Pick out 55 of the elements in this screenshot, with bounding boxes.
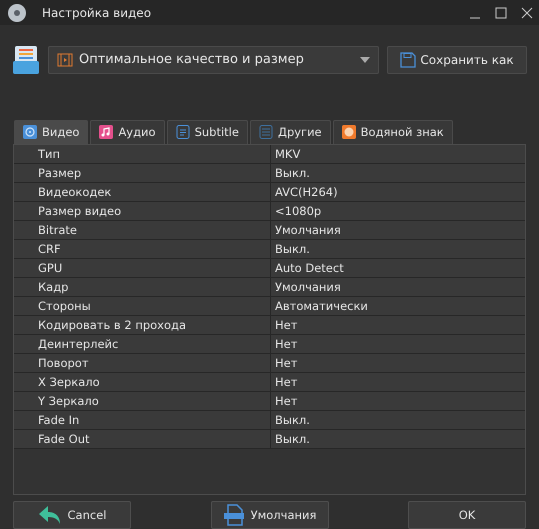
caret-icon bbox=[360, 56, 370, 63]
preset-dropdown[interactable]: Оптимальное качество и размер bbox=[48, 46, 379, 74]
tab[interactable]: Водяной знак bbox=[332, 120, 453, 144]
property-value-cell[interactable]: Выкл. bbox=[271, 164, 525, 182]
property-name-cell: Видеокодек bbox=[14, 182, 271, 201]
property-name-cell: Деинтерлейс bbox=[14, 334, 271, 353]
property-value-cell[interactable]: AVC(H264) bbox=[271, 182, 525, 201]
property-name-cell: Тип bbox=[14, 144, 271, 163]
property-value-cell[interactable]: Выкл. bbox=[271, 240, 525, 258]
property-name-cell: Y Зеркало bbox=[14, 392, 271, 410]
property-value-cell[interactable]: Нет bbox=[271, 334, 525, 353]
property-name-cell: Fade Out bbox=[14, 430, 271, 448]
app-logo-icon bbox=[6, 2, 28, 23]
property-name-cell: Кодировать в 2 прохода bbox=[14, 316, 271, 334]
window-title: Настройка видео bbox=[42, 6, 152, 20]
property-name-cell: Размер видео bbox=[14, 202, 271, 220]
property-value-cell[interactable]: Умолчания bbox=[271, 278, 525, 296]
ok-button[interactable]: OK bbox=[408, 501, 526, 529]
property-name-cell: Размер bbox=[14, 164, 271, 182]
badge-icon bbox=[342, 125, 356, 140]
disc-icon bbox=[23, 125, 37, 140]
property-value-cell[interactable]: Выкл. bbox=[271, 430, 525, 448]
property-value-cell[interactable]: Нет bbox=[271, 392, 525, 410]
property-value-cell[interactable]: Умолчания bbox=[271, 220, 525, 239]
save-as-button[interactable]: Сохранить как bbox=[387, 46, 527, 74]
property-name-cell: Стороны bbox=[14, 296, 271, 315]
close-icon[interactable] bbox=[521, 6, 533, 19]
property-name-cell: Кадр bbox=[14, 278, 271, 296]
film-icon bbox=[57, 52, 73, 68]
property-name-cell: Fade In bbox=[14, 410, 271, 429]
property-value-cell[interactable]: MKV bbox=[271, 144, 525, 163]
property-value-cell[interactable]: Нет bbox=[271, 316, 525, 334]
maximize-icon[interactable] bbox=[495, 6, 507, 19]
property-name-cell: Поворот bbox=[14, 354, 271, 372]
property-value-cell[interactable]: Auto Detect bbox=[271, 258, 525, 277]
property-value-cell[interactable]: Автоматически bbox=[271, 296, 525, 315]
drawer-icon bbox=[12, 44, 40, 75]
file-icon bbox=[222, 504, 245, 526]
tab[interactable]: Аудио bbox=[90, 120, 165, 144]
tab[interactable]: Видео bbox=[14, 120, 88, 144]
property-value-cell[interactable]: Нет bbox=[271, 372, 525, 391]
property-name-cell: X Зеркало bbox=[14, 372, 271, 391]
property-name-cell: GPU bbox=[14, 258, 271, 277]
back-arrow-icon bbox=[38, 505, 62, 525]
property-name-cell: Bitrate bbox=[14, 220, 271, 239]
property-value-cell[interactable]: <1080p bbox=[271, 202, 525, 220]
cancel-button[interactable]: Cancel bbox=[13, 501, 131, 529]
property-value-cell[interactable]: Выкл. bbox=[271, 410, 525, 429]
property-name-cell: CRF bbox=[14, 240, 271, 258]
tab[interactable]: Другие bbox=[250, 120, 331, 144]
defaults-button[interactable]: Умолчания bbox=[210, 501, 328, 529]
tab[interactable]: Subtitle bbox=[166, 120, 248, 144]
music-note-icon bbox=[99, 125, 114, 140]
property-value-cell[interactable]: Нет bbox=[271, 354, 525, 372]
document-icon bbox=[176, 125, 190, 140]
